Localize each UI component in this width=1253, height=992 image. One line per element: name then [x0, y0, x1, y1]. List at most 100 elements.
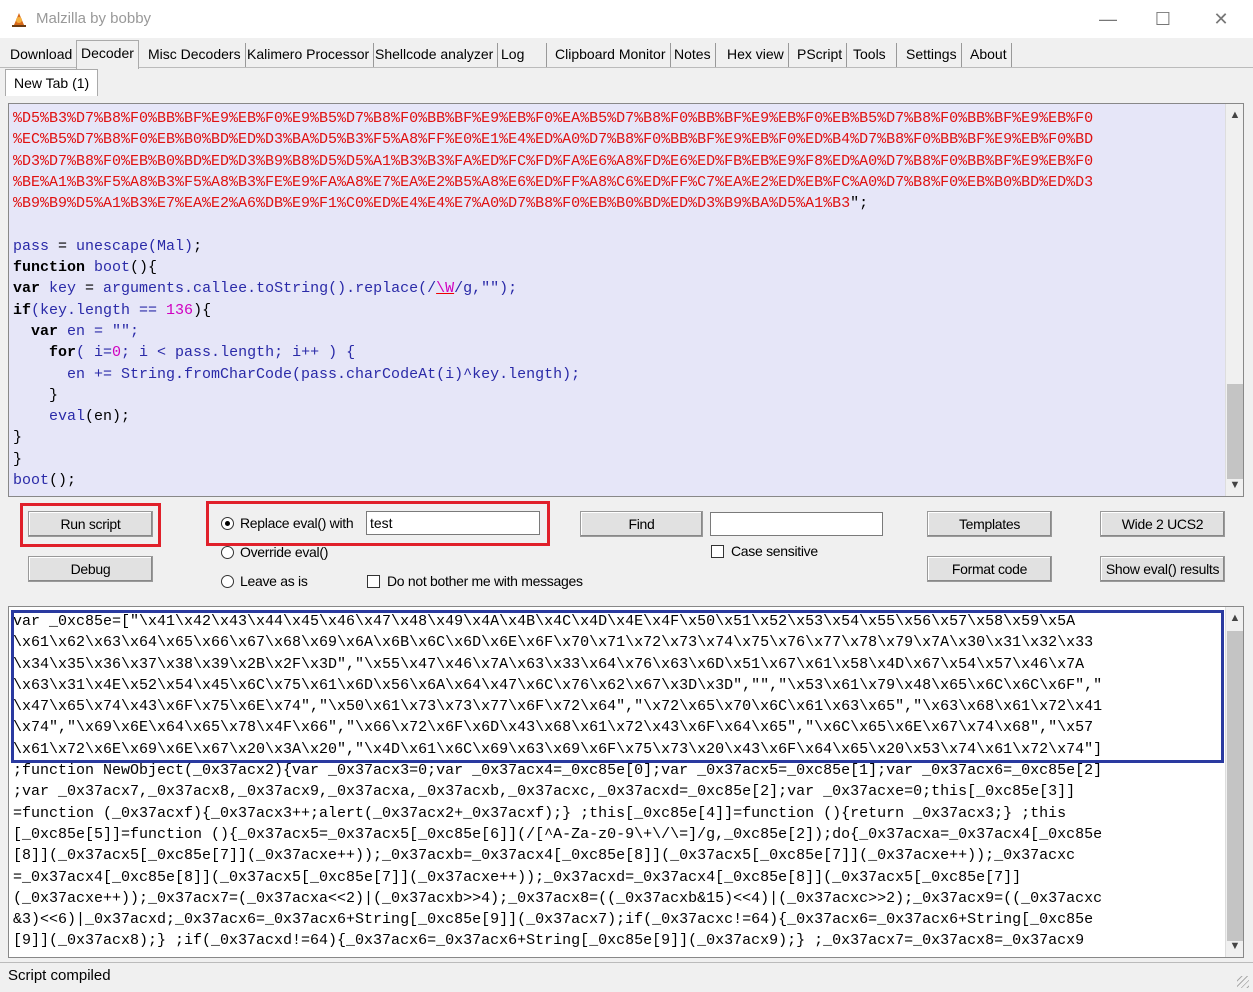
tab-log[interactable]: Log [497, 43, 547, 67]
code-token: en = ""; [58, 322, 140, 340]
output-line: ;var _0x37acx7,_0x37acx8,_0x37acx9,_0x37… [13, 783, 1076, 801]
tab-kalimero-processor[interactable]: Kalimero Processor [243, 43, 375, 67]
code-line: %EC%B5%D7%B8%F0%EB%B0%BD%ED%D3%BA%D5%B3%… [13, 131, 1094, 149]
replace-eval-label: Replace eval() with [240, 515, 354, 531]
app-logo-icon [12, 13, 26, 27]
tab-hex-view[interactable]: Hex view [723, 43, 789, 67]
scroll-up-icon[interactable]: ▲ [1226, 609, 1243, 627]
output-line: =function (_0x37acxf){_0x37acx3++;alert(… [13, 804, 1067, 822]
code-token: eval [13, 408, 86, 426]
main-tab-bar: Download Decoder Misc Decoders Kalimero … [0, 40, 1253, 69]
find-button[interactable]: Find [580, 511, 703, 537]
leave-as-is-radio[interactable] [221, 575, 234, 588]
code-token: /g,""); [454, 280, 518, 298]
code-token: ; [193, 237, 203, 255]
templates-button[interactable]: Templates [927, 511, 1052, 537]
code-token: function [13, 259, 86, 277]
leave-as-is-label: Leave as is [240, 573, 308, 589]
code-token: arguments.callee.toString().replace(/ [103, 280, 437, 298]
maximize-button[interactable]: ☐ [1140, 0, 1186, 38]
code-token: 0 [112, 344, 122, 362]
resize-grip-icon[interactable] [1237, 976, 1249, 988]
code-token: (); [49, 472, 77, 490]
tab-clipboard-monitor[interactable]: Clipboard Monitor [551, 43, 671, 67]
code-token: } [13, 429, 23, 447]
highlight-box [11, 610, 1224, 763]
scroll-down-icon[interactable]: ▼ [1226, 937, 1243, 955]
tab-settings[interactable]: Settings [902, 43, 962, 67]
code-token: } [13, 450, 23, 468]
editor-scrollbar[interactable]: ▲ ▼ [1225, 104, 1243, 496]
code-token: "; [850, 195, 869, 213]
tab-about[interactable]: About [966, 43, 1012, 67]
code-token: pass [13, 237, 50, 255]
window-title: Malzilla by bobby [36, 10, 152, 27]
tab-shellcode-analyzer[interactable]: Shellcode analyzer [371, 43, 499, 67]
run-script-button[interactable]: Run script [28, 511, 153, 537]
code-line: %BE%A1%B3%F5%A8%B3%F5%A8%B3%FE%E9%FA%A8%… [13, 173, 1094, 191]
output-line: (_0x37acxe++));_0x37acx7=(_0x37acxa<<2)|… [13, 889, 1103, 907]
output-area[interactable]: var _0xc85e=["\x41\x42\x43\x44\x45\x46\x… [8, 606, 1244, 958]
code-token: 136 [166, 301, 194, 319]
replace-eval-input[interactable]: test [366, 511, 540, 535]
minimize-button[interactable]: — [1085, 0, 1131, 38]
code-token: } [13, 386, 59, 404]
output-line: [9]](_0x37acx8);} ;if(_0x37acxd!=64){_0x… [13, 932, 1085, 950]
code-token: if [13, 301, 32, 319]
no-bother-checkbox[interactable] [367, 575, 380, 588]
code-token: key [40, 280, 77, 298]
status-text: Script compiled [8, 967, 111, 984]
subtab-new-tab[interactable]: New Tab (1) [5, 69, 99, 96]
script-code: %D5%B3%D7%B8%F0%BB%BF%E9%EB%F0%E9%B5%D7%… [13, 108, 1219, 491]
scroll-down-icon[interactable]: ▼ [1226, 476, 1243, 494]
code-token: \W [436, 280, 455, 298]
output-line: &3)<<6)|_0x37acxd;_0x37acx6=_0x37acx6+St… [13, 911, 1094, 929]
debug-button[interactable]: Debug [28, 556, 153, 582]
output-line: [8]](_0x37acx5[_0xc85e[7]](_0x37acxe++))… [13, 847, 1076, 865]
code-token: ; i < pass.length; i++ ) { [121, 344, 356, 362]
code-token: var [13, 280, 41, 298]
code-token: en += String.fromCharCode(pass.charCodeA… [13, 365, 581, 383]
case-sensitive-label: Case sensitive [731, 543, 818, 559]
no-bother-label: Do not bother me with messages [387, 573, 583, 589]
output-scroll-thumb[interactable] [1227, 631, 1243, 941]
code-token: = [49, 237, 77, 255]
wide-2-ucs2-button[interactable]: Wide 2 UCS2 [1100, 511, 1225, 537]
output-line: ;function NewObject(_0x37acx2){var _0x37… [13, 762, 1103, 780]
code-token: for [13, 344, 77, 362]
tab-decoder[interactable]: Decoder [76, 40, 139, 69]
format-code-button[interactable]: Format code [927, 556, 1052, 582]
status-bar: Script compiled [0, 962, 1253, 992]
code-token: ( i= [76, 344, 113, 362]
override-eval-radio[interactable] [221, 546, 234, 559]
tab-tools[interactable]: Tools [849, 43, 897, 67]
output-line: [_0xc85e[5]]=function (){_0x37acx5=_0x37… [13, 825, 1103, 843]
output-scrollbar[interactable]: ▲ ▼ [1225, 607, 1243, 957]
find-input[interactable] [710, 512, 883, 536]
override-eval-label: Override eval() [240, 544, 329, 560]
code-token: boot [85, 259, 131, 277]
tab-misc-decoders[interactable]: Misc Decoders [144, 43, 246, 67]
code-line: %D3%D7%B8%F0%EB%B0%BD%ED%D3%B9%B8%D5%D5%… [13, 152, 1094, 170]
code-token: = [76, 280, 104, 298]
editor-scroll-thumb[interactable] [1227, 384, 1243, 479]
replace-eval-radio[interactable] [221, 517, 234, 530]
script-editor[interactable]: %D5%B3%D7%B8%F0%BB%BF%E9%EB%F0%E9%B5%D7%… [8, 103, 1244, 497]
close-button[interactable]: ✕ [1198, 0, 1244, 38]
tab-pscript[interactable]: PScript [793, 43, 848, 67]
code-line: %D5%B3%D7%B8%F0%BB%BF%E9%EB%F0%E9%B5%D7%… [13, 110, 1094, 127]
tab-notes[interactable]: Notes [670, 43, 716, 67]
tab-download[interactable]: Download [6, 43, 78, 67]
code-token: (Mal) [148, 237, 194, 255]
case-sensitive-checkbox[interactable] [711, 545, 724, 558]
code-token: (key.length == [31, 301, 167, 319]
output-line: =_0x37acx4[_0xc85e[8]](_0x37acx5[_0xc85e… [13, 868, 1022, 886]
code-token: (en); [85, 408, 131, 426]
code-token: unescape [76, 237, 149, 255]
scroll-up-icon[interactable]: ▲ [1226, 106, 1243, 124]
title-bar: Malzilla by bobby — ☐ ✕ [0, 0, 1253, 38]
show-eval-results-button[interactable]: Show eval() results [1100, 556, 1225, 582]
code-token: var [13, 322, 59, 340]
code-token: (){ [130, 259, 158, 277]
code-line: %B9%B9%D5%A1%B3%E7%EA%E2%A6%DB%E9%F1%C0%… [13, 195, 851, 213]
